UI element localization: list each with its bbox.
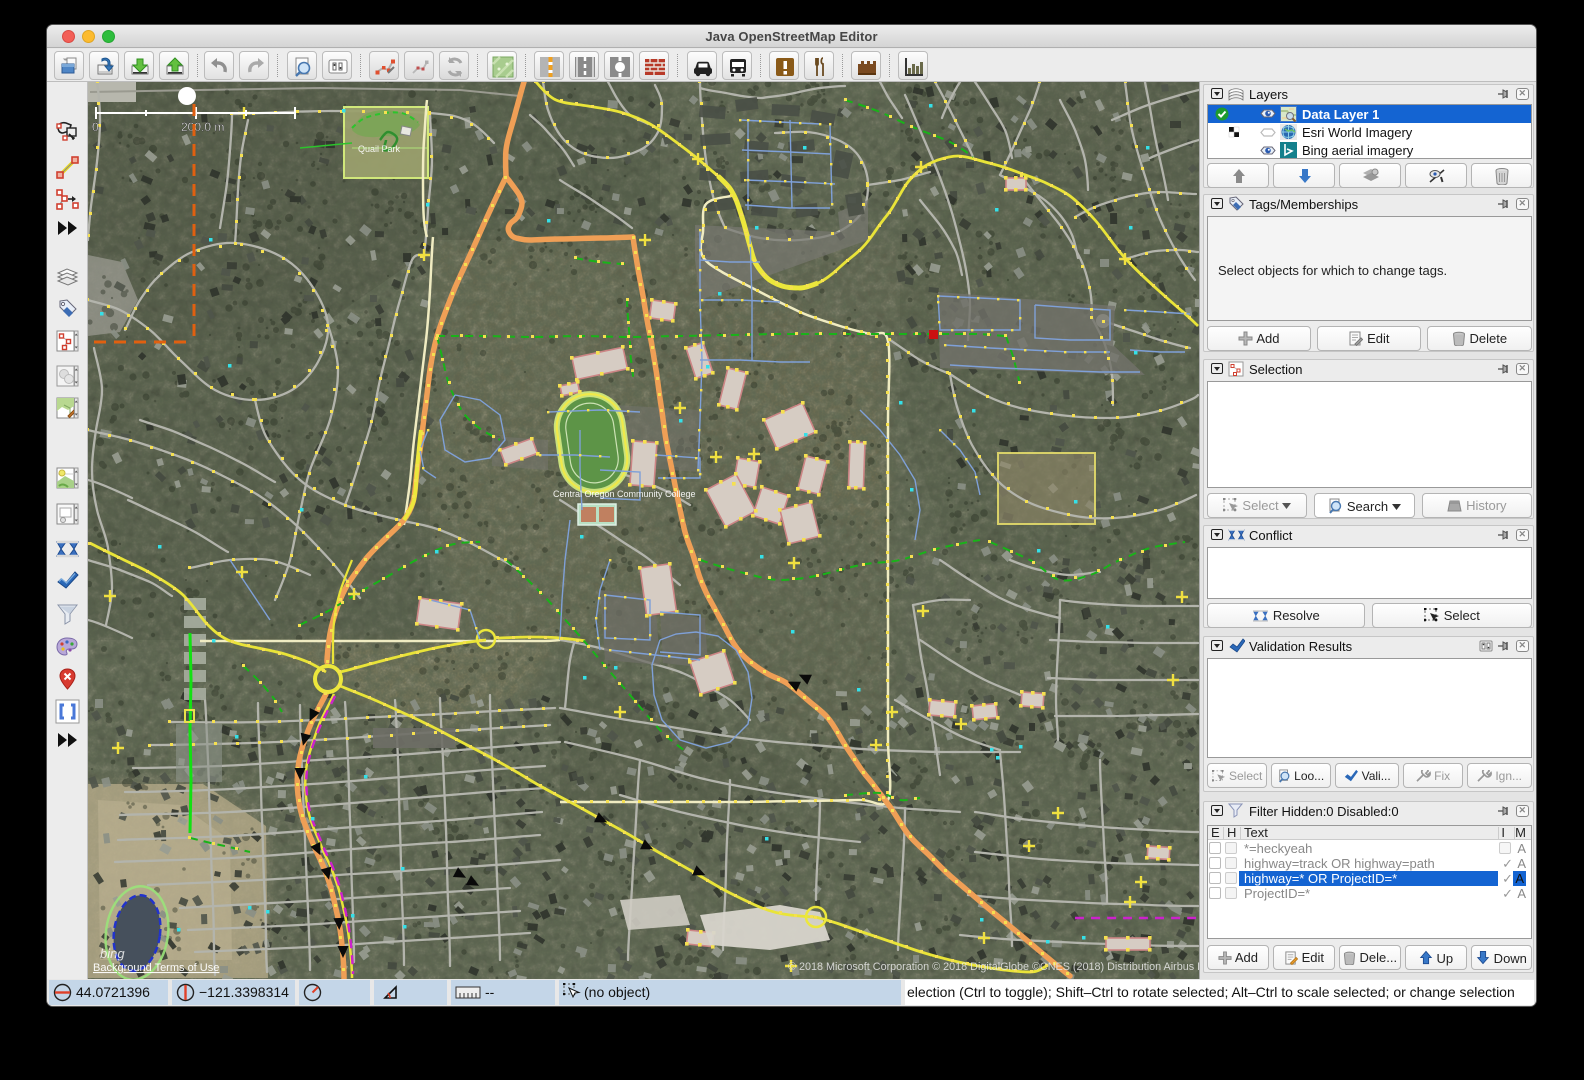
svg-text:Quail Park: Quail Park: [358, 144, 401, 154]
svg-text:0: 0: [92, 120, 99, 134]
svg-text:© 2018 Microsoft Corporation ©: © 2018 Microsoft Corporation © 2018 Digi…: [788, 961, 1199, 973]
svg-text:bing: bing: [100, 946, 125, 961]
svg-text:Background Terms of Use: Background Terms of Use: [93, 962, 219, 974]
svg-text:Central Oregon Community Colle: Central Oregon Community College: [553, 489, 696, 499]
svg-text:200.0 m: 200.0 m: [181, 120, 224, 134]
